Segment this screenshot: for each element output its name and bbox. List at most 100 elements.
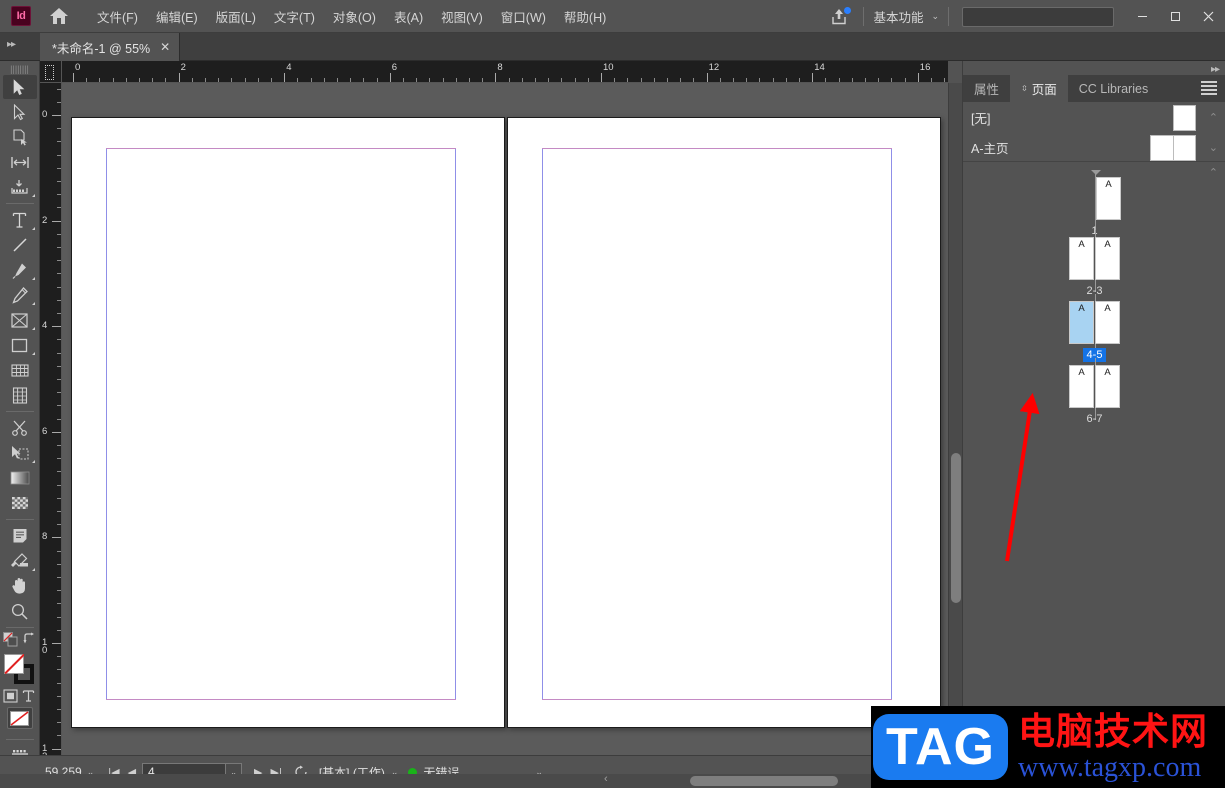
ruler-tick — [57, 299, 61, 301]
transform-tool[interactable] — [3, 441, 37, 465]
ruler-tick — [57, 418, 61, 420]
pen-tool[interactable] — [3, 258, 37, 282]
chevron-down-icon[interactable]: ⌄ — [1209, 141, 1218, 154]
tab-pages[interactable]: ⇳ 页面 — [1010, 75, 1068, 102]
menu-item-object[interactable]: 对象(O) — [324, 3, 385, 30]
search-input[interactable] — [962, 6, 1114, 27]
master-thumbnail-none[interactable] — [1173, 105, 1196, 131]
direct-selection-tool[interactable] — [3, 100, 37, 124]
window-close-button[interactable] — [1192, 0, 1225, 33]
menu-item-window[interactable]: 窗口(W) — [492, 3, 555, 30]
tool-flyout-indicator — [31, 352, 35, 355]
frame-tool[interactable] — [3, 308, 37, 332]
window-minimize-button[interactable] — [1126, 0, 1159, 33]
format-container-icon[interactable] — [3, 688, 18, 703]
page-thumbnail[interactable]: A — [1095, 237, 1120, 280]
page-tool[interactable] — [3, 125, 37, 149]
ruler-tick — [52, 431, 61, 433]
share-upload-icon[interactable] — [824, 4, 854, 30]
tool-flyout-indicator — [31, 194, 35, 197]
menu-item-edit[interactable]: 编辑(E) — [147, 3, 207, 30]
eyedropper-tool[interactable] — [3, 549, 37, 573]
document-tab-bar: ▸▸ *未命名-1 @ 55% ✕ — [0, 33, 1225, 61]
menu-item-help[interactable]: 帮助(H) — [555, 3, 615, 30]
gap-tool[interactable] — [3, 150, 37, 174]
master-thumbnail-a[interactable] — [1150, 135, 1196, 161]
column-tool[interactable] — [3, 383, 37, 407]
ruler-origin-corner[interactable] — [40, 61, 62, 83]
window-maximize-button[interactable] — [1159, 0, 1192, 33]
toolbar-grip[interactable]: |||||||| — [0, 63, 39, 75]
master-row-none[interactable]: [无] ⌃ — [963, 102, 1225, 132]
ruler-tick — [57, 405, 61, 407]
panel-collapse-left-icon[interactable]: ▸▸ — [7, 39, 16, 50]
page-thumbnail[interactable]: A — [1069, 365, 1094, 408]
ruler-tick — [205, 78, 206, 82]
page-thumbnail[interactable]: A — [1095, 365, 1120, 408]
scrollbar-thumb[interactable] — [690, 776, 838, 786]
rectangle-tool[interactable] — [3, 333, 37, 357]
menu-item-file[interactable]: 文件(F) — [88, 3, 147, 30]
panel-collapse-right-icon[interactable]: ▸▸ — [1211, 64, 1220, 75]
master-row-a[interactable]: A-主页 ⌄ — [963, 132, 1225, 162]
ruler-tick — [57, 392, 61, 394]
chevron-up-icon[interactable]: ⌃ — [1209, 111, 1218, 124]
canvas-vertical-scrollbar[interactable] — [948, 83, 962, 755]
apply-none-icon[interactable] — [6, 707, 33, 729]
canvas-page-right[interactable] — [507, 117, 941, 728]
scissors-tool[interactable] — [3, 416, 37, 440]
scrollbar-thumb[interactable] — [951, 453, 961, 603]
menu-item-view[interactable]: 视图(V) — [432, 3, 492, 30]
page-thumbnail[interactable]: A — [1069, 237, 1094, 280]
ruler-tick — [812, 73, 814, 82]
scroll-left-icon[interactable]: ‹ — [604, 773, 608, 785]
page-thumbnail[interactable]: A — [1096, 177, 1121, 220]
workspace-selector[interactable]: 基本功能 ⌄ — [873, 7, 939, 26]
home-icon[interactable] — [48, 5, 70, 27]
selection-tool[interactable] — [2, 75, 37, 99]
swap-fill-stroke-icon[interactable] — [23, 632, 37, 652]
gradient-swatch-tool[interactable] — [3, 466, 37, 490]
panel-menu-icon[interactable] — [1201, 81, 1217, 95]
hand-tool[interactable] — [3, 574, 37, 598]
note-tool[interactable] — [3, 524, 37, 548]
document-tab[interactable]: *未命名-1 @ 55% ✕ — [40, 33, 181, 61]
margin-guide-top — [542, 148, 892, 149]
menu-item-layout[interactable]: 版面(L) — [207, 3, 265, 30]
canvas-page-left[interactable] — [71, 117, 505, 728]
menu-item-table[interactable]: 表(A) — [385, 3, 432, 30]
pages-list[interactable]: ⌃ A 1 A — [963, 162, 1225, 788]
fill-stroke-swatches[interactable] — [3, 654, 37, 686]
zoom-tool[interactable] — [3, 599, 37, 623]
ruler-tick — [57, 471, 61, 473]
free-transform-tool[interactable] — [3, 358, 37, 382]
ruler-label: 14 — [814, 62, 825, 73]
horizontal-ruler[interactable]: 0 2 4 6 8 10 12 14 16 — [62, 61, 948, 83]
page-thumbnail-selected[interactable]: A — [1069, 301, 1094, 344]
ruler-tick — [86, 78, 88, 82]
ruler-tick — [508, 78, 510, 82]
line-tool[interactable] — [3, 233, 37, 257]
menu-item-type[interactable]: 文字(T) — [265, 3, 324, 30]
page-label[interactable]: 6-7 — [963, 412, 1225, 426]
format-text-icon[interactable] — [21, 688, 36, 703]
margin-guide-left — [106, 148, 107, 699]
ruler-tick — [125, 78, 127, 82]
pencil-tool[interactable] — [3, 283, 37, 307]
content-collector-tool[interactable] — [3, 175, 37, 199]
page-thumbnail[interactable]: A — [1095, 301, 1120, 344]
document-canvas[interactable] — [62, 83, 948, 755]
ruler-tick — [57, 550, 61, 552]
gradient-feather-tool[interactable] — [3, 491, 37, 515]
close-icon[interactable]: ✕ — [160, 41, 170, 53]
type-tool[interactable] — [3, 208, 37, 232]
tool-flyout-indicator — [31, 277, 35, 280]
tab-properties[interactable]: 属性 — [963, 75, 1010, 102]
canvas-horizontal-scrollbar[interactable]: ‹ — [0, 773, 962, 788]
tab-cc-libraries[interactable]: CC Libraries — [1068, 75, 1159, 102]
toolbar-divider — [5, 519, 34, 520]
ruler-tick — [469, 78, 470, 82]
menubar-right-group: 基本功能 ⌄ — [824, 0, 1225, 33]
vertical-ruler[interactable]: 0 2 4 6 8 10 12 — [40, 83, 62, 755]
apply-color-icon[interactable] — [2, 632, 19, 652]
